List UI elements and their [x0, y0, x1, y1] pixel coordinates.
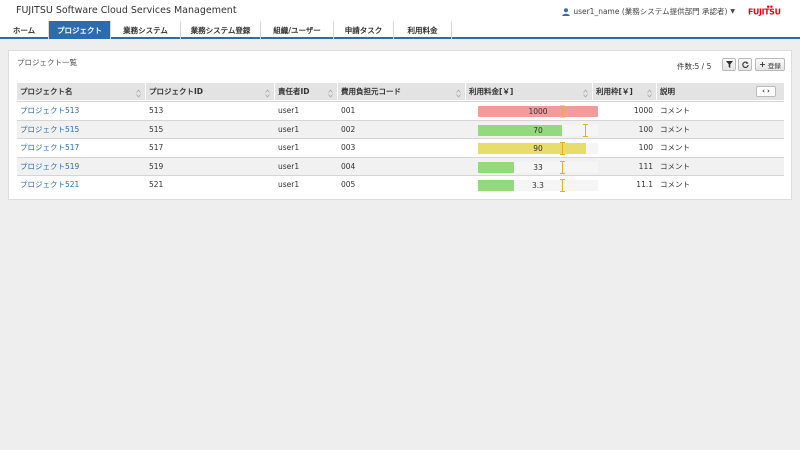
app-title: FUJITSU Software Cloud Services Manageme…: [16, 5, 237, 16]
user-icon: [562, 7, 571, 16]
main-nav: ホーム プロジェクト 業務システム 業務システム登録 組織/ユーザー 申請タスク…: [0, 21, 800, 39]
project-name-link[interactable]: プロジェクト519: [17, 158, 146, 176]
top-bar: FUJITSU Software Cloud Services Manageme…: [0, 0, 800, 21]
owner-id-cell: user1: [278, 106, 300, 115]
tab-business-system-register[interactable]: 業務システム登録: [181, 21, 261, 39]
owner-id-cell: user1: [278, 180, 300, 189]
usage-limit-cell: 1000: [633, 106, 653, 115]
project-name-link[interactable]: プロジェクト513: [17, 102, 146, 120]
filter-icon: [725, 61, 733, 68]
table-row: プロジェクト513 513 user1 001 1000 1000 コメント: [17, 101, 784, 119]
limit-marker-icon: [560, 142, 565, 155]
description-cell: コメント: [660, 143, 690, 152]
description-cell: コメント: [660, 106, 690, 115]
usage-value: 1000: [528, 107, 548, 116]
owner-id-cell: user1: [278, 161, 300, 171]
refresh-button[interactable]: [738, 58, 752, 71]
description-cell: コメント: [660, 180, 690, 189]
usage-limit-cell: 11.1: [636, 180, 653, 189]
usage-bar: 1000: [478, 105, 598, 118]
table-row: プロジェクト519 519 user1 004 33 111 コメント: [17, 156, 784, 176]
register-label: 登録: [767, 61, 781, 70]
owner-id-cell: user1: [278, 124, 300, 134]
limit-marker-icon: [583, 123, 588, 137]
tab-home[interactable]: ホーム: [0, 21, 49, 39]
project-id-cell: 515: [149, 124, 164, 134]
user-menu[interactable]: user1_name (業務システム提供部門 承認者) ▼: [562, 6, 735, 17]
usage-limit-cell: 100: [638, 143, 653, 152]
tab-org-users[interactable]: 組織/ユーザー: [261, 21, 334, 39]
user-name: user1_name (業務システム提供部門 承認者): [573, 7, 728, 16]
project-name-link[interactable]: プロジェクト515: [17, 121, 146, 139]
project-id-cell: 521: [149, 180, 164, 189]
owner-id-cell: user1: [278, 143, 300, 152]
project-name-link[interactable]: プロジェクト521: [17, 176, 146, 194]
tab-usage-fees[interactable]: 利用料金: [394, 21, 452, 39]
panel-title: プロジェクト一覧: [17, 58, 77, 67]
limit-marker-icon: [560, 105, 565, 118]
usage-bar: 3.3: [478, 179, 598, 192]
usage-value: 70: [533, 125, 543, 135]
filter-button[interactable]: [722, 58, 736, 71]
column-scroll-buttons[interactable]: ‹ ›: [756, 86, 776, 97]
cost-code-cell: 001: [341, 106, 356, 115]
fujitsu-logo: FUJITSU: [748, 5, 790, 19]
project-id-cell: 517: [149, 143, 164, 152]
col-description: 説明 ‹ ›: [657, 83, 784, 100]
cost-code-cell: 005: [341, 180, 356, 189]
limit-marker-icon: [560, 179, 565, 192]
refresh-icon: [741, 61, 749, 68]
col-owner-id[interactable]: 責任者ID: [275, 83, 338, 100]
table-row: プロジェクト515 515 user1 002 70 100 コメント: [17, 119, 784, 139]
plus-icon: +: [759, 60, 766, 69]
limit-marker-icon: [560, 160, 565, 174]
usage-limit-cell: 111: [638, 161, 653, 171]
usage-value: 90: [533, 144, 543, 153]
project-id-cell: 513: [149, 106, 164, 115]
description-cell: コメント: [660, 124, 690, 134]
col-usage-fee[interactable]: 利用料金[￥]: [466, 83, 593, 100]
usage-bar: 70: [478, 123, 598, 137]
caret-down-icon: ▼: [730, 8, 735, 15]
col-project-name[interactable]: プロジェクト名: [17, 83, 146, 100]
tab-project[interactable]: プロジェクト: [49, 21, 111, 39]
usage-bar: 90: [478, 142, 598, 155]
description-cell: コメント: [660, 161, 690, 171]
cost-code-cell: 003: [341, 143, 356, 152]
register-button[interactable]: + 登録: [755, 58, 785, 71]
cost-code-cell: 004: [341, 161, 356, 171]
usage-value: 3.3: [532, 181, 544, 190]
col-cost-code[interactable]: 費用負担元コード: [338, 83, 466, 100]
cost-code-cell: 002: [341, 124, 356, 134]
svg-text:FUJITSU: FUJITSU: [748, 8, 781, 17]
project-id-cell: 519: [149, 161, 164, 171]
tab-request-tasks[interactable]: 申請タスク: [334, 21, 394, 39]
tab-business-system[interactable]: 業務システム: [111, 21, 181, 39]
usage-limit-cell: 100: [638, 124, 653, 134]
record-count: 件数:5 / 5: [677, 62, 712, 71]
project-list-panel: プロジェクト一覧 件数:5 / 5 + 登録 プロジェクト名 プロジェクトID …: [8, 50, 792, 200]
usage-bar: 33: [478, 160, 598, 174]
col-project-id[interactable]: プロジェクトID: [146, 83, 275, 100]
usage-value: 33: [533, 162, 543, 172]
col-usage-limit[interactable]: 利用枠[￥]: [593, 83, 657, 100]
chevron-right-icon[interactable]: ›: [767, 88, 770, 95]
table-row: プロジェクト521 521 user1 005 3.3 11.1 コメント: [17, 175, 784, 193]
chevron-left-icon[interactable]: ‹: [762, 88, 765, 95]
project-name-link[interactable]: プロジェクト517: [17, 139, 146, 157]
table-row: プロジェクト517 517 user1 003 90 100 コメント: [17, 138, 784, 156]
table-header: プロジェクト名 プロジェクトID 責任者ID 費用負担元コード 利用料金[￥] …: [17, 83, 784, 100]
